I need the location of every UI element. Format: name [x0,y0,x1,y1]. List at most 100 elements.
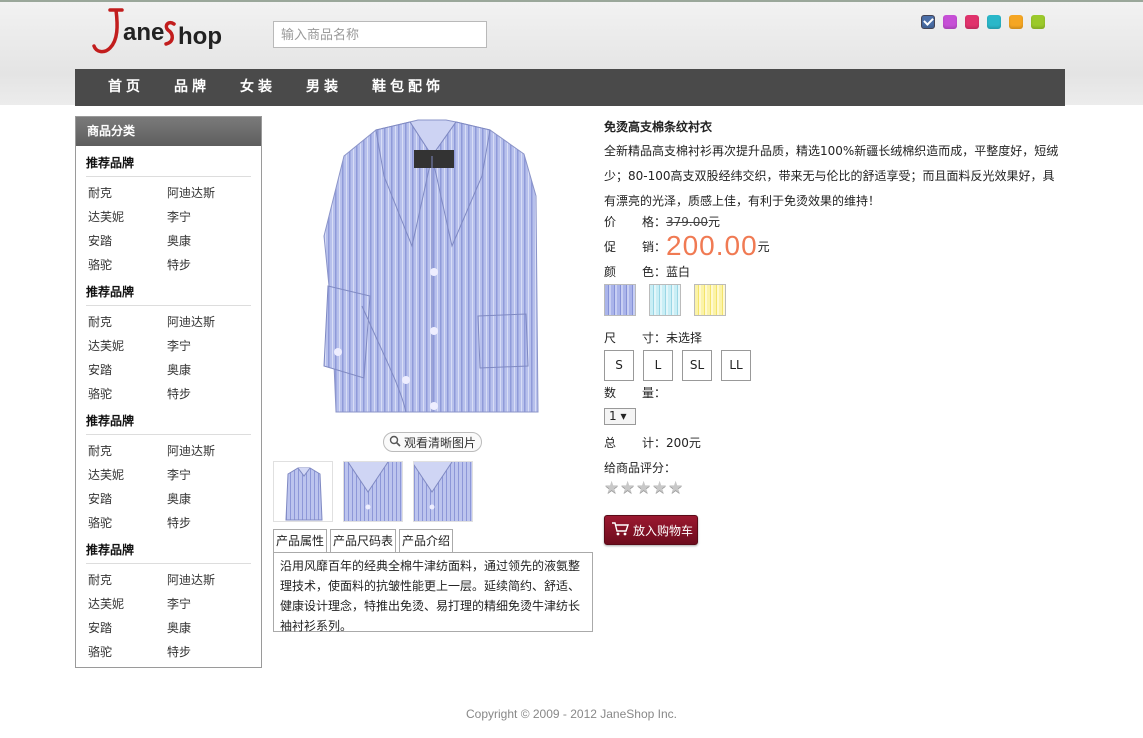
brand-link-xtep[interactable]: 特步 [165,511,244,535]
brand-link-daphne[interactable]: 达芙妮 [86,592,165,616]
thumbnail-image[interactable] [343,461,403,522]
tab-introduction[interactable]: 产品介绍 [399,529,454,553]
brand-group: 推荐品牌 耐克 阿迪达斯 达芙妮 李宁 安踏 奥康 骆驼 特步 [76,404,261,533]
svg-text:hop: hop [178,23,222,50]
brand-link-lining[interactable]: 李宁 [165,463,244,487]
thumbnail-image[interactable] [413,461,473,522]
total-row: 总计： 200元 [604,434,701,451]
dropdown-arrow-icon: ▾ [620,409,627,423]
brand-link-daphne[interactable]: 达芙妮 [86,463,165,487]
product-tabs: 产品属性 产品尺码表 产品介绍 [273,529,454,553]
tab-size-chart[interactable]: 产品尺码表 [330,529,397,553]
brand-link-aokang[interactable]: 奥康 [165,487,244,511]
product-title: 免烫高支棉条纹衬衣 [604,120,713,134]
color-option-blue[interactable] [604,284,636,316]
size-option-sl[interactable]: SL [682,350,712,381]
add-to-cart-label: 放入购物车 [633,523,694,538]
brand-link-nike[interactable]: 耐克 [86,310,165,334]
rating-star-icon[interactable]: ★ [604,480,620,497]
theme-swatch[interactable] [943,15,957,29]
brand-link-xtep[interactable]: 特步 [165,640,244,664]
product-main-image[interactable] [314,116,550,418]
theme-swatch[interactable] [1031,15,1045,29]
view-clear-image-button[interactable]: 观看清晰图片 [383,432,482,452]
brand-link-daphne[interactable]: 达芙妮 [86,334,165,358]
nav-women[interactable]: 女装 [240,69,276,106]
brand-link-adidas[interactable]: 阿迪达斯 [165,181,244,205]
brand-link-anta[interactable]: 安踏 [86,358,165,382]
brand-link-camel[interactable]: 骆驼 [86,511,165,535]
brand-link-adidas[interactable]: 阿迪达斯 [165,439,244,463]
qty-row: 数量： [604,384,666,401]
price-row: 价格： 379.00 元 [604,213,720,230]
brand-link-nike[interactable]: 耐克 [86,181,165,205]
total-value: 200元 [666,436,701,450]
brand-group: 推荐品牌耐克 阿迪达斯 达芙妮 李宁 安踏 奥康 骆驼 特步 [76,533,261,662]
product-details: 免烫高支棉条纹衬衣 全新精品高支棉衬衫再次提升品质，精选100%新疆长绒棉织造而… [604,116,1064,214]
svg-text:ane: ane [123,19,164,46]
brand-group-title: 推荐品牌 [86,283,251,306]
brand-link-anta[interactable]: 安踏 [86,487,165,511]
nav-men[interactable]: 男装 [306,69,342,106]
theme-swatch[interactable] [921,15,935,29]
brand-group: 推荐品牌 耐克 阿迪达斯 达芙妮 李宁 安踏 奥康 骆驼 特步 [76,146,261,275]
size-option-l[interactable]: L [643,350,673,381]
brand-link-lining[interactable]: 李宁 [165,592,244,616]
color-value: 蓝白 [666,265,691,279]
rating-star-icon[interactable]: ★ [652,480,668,497]
thumbnail-strip [273,461,473,522]
brand-link-adidas[interactable]: 阿迪达斯 [165,310,244,334]
nav-home[interactable]: 首页 [108,69,144,106]
promo-price: 200.00 [666,230,758,261]
size-value: 未选择 [666,331,703,345]
search-input[interactable] [273,21,487,48]
qty-label: 数量： [604,386,666,400]
brand-group-title: 推荐品牌 [86,541,251,564]
brand-link-xtep[interactable]: 特步 [165,382,244,406]
brand-link-aokang[interactable]: 奥康 [165,358,244,382]
rating-label: 给商品评分： [604,461,677,475]
brand-link-xtep[interactable]: 特步 [165,253,244,277]
total-label: 总计： [604,436,666,450]
theme-swatches [921,15,1045,29]
footer-copyright: Copyright © 2009 - 2012 JaneShop Inc. [466,707,677,721]
rating-star-icon[interactable]: ★ [620,480,636,497]
tab-content: 沿用风靡百年的经典全棉牛津纺面料，通过领先的液氨整理技术，使面料的抗皱性能更上一… [273,552,593,633]
color-option-yellow[interactable] [694,284,726,316]
theme-swatch[interactable] [965,15,979,29]
nav-accessories[interactable]: 鞋包配饰 [372,69,444,106]
brand-link-anta[interactable]: 安踏 [86,616,165,640]
theme-swatch[interactable] [987,15,1001,29]
brand-link-camel[interactable]: 骆驼 [86,253,165,277]
color-options [604,284,726,316]
brand-link-anta[interactable]: 安踏 [86,229,165,253]
brand-link-adidas[interactable]: 阿迪达斯 [165,568,244,592]
view-clear-label: 观看清晰图片 [403,435,476,450]
theme-swatch[interactable] [1009,15,1023,29]
main-nav: 首页 品牌 女装 男装 鞋包配饰 [75,69,1065,106]
rating-star-icon[interactable]: ★ [668,480,684,497]
rating-row: 给商品评分： [604,459,676,476]
brand-link-daphne[interactable]: 达芙妮 [86,205,165,229]
color-option-cyan[interactable] [649,284,681,316]
brand-link-aokang[interactable]: 奥康 [165,229,244,253]
promo-label: 促销： [604,239,666,254]
category-sidebar: 商品分类 推荐品牌 耐克 阿迪达斯 达芙妮 李宁 安踏 奥康 骆驼 特步 推荐品牌 耐克 阿迪达斯 达芙… [75,116,262,668]
product-description: 全新精品高支棉衬衫再次提升品质，精选100%新疆长绒棉织造而成，平整度好，短绒少… [604,144,1059,208]
brand-link-nike[interactable]: 耐克 [86,439,165,463]
add-to-cart-button[interactable]: 放入购物车 [604,515,698,545]
brand-link-camel[interactable]: 骆驼 [86,382,165,406]
thumbnail-image[interactable] [273,461,333,522]
tab-attributes[interactable]: 产品属性 [273,529,328,553]
size-option-ll[interactable]: LL [721,350,751,381]
brand-link-camel[interactable]: 骆驼 [86,640,165,664]
quantity-select[interactable]: 1 ▾ [604,408,636,425]
brand-link-nike[interactable]: 耐克 [86,568,165,592]
logo[interactable]: ane hop [88,6,238,58]
rating-star-icon[interactable]: ★ [636,480,652,497]
brand-link-lining[interactable]: 李宁 [165,334,244,358]
brand-link-aokang[interactable]: 奥康 [165,616,244,640]
size-option-s[interactable]: S [604,350,634,381]
brand-link-lining[interactable]: 李宁 [165,205,244,229]
nav-brand[interactable]: 品牌 [174,69,210,106]
